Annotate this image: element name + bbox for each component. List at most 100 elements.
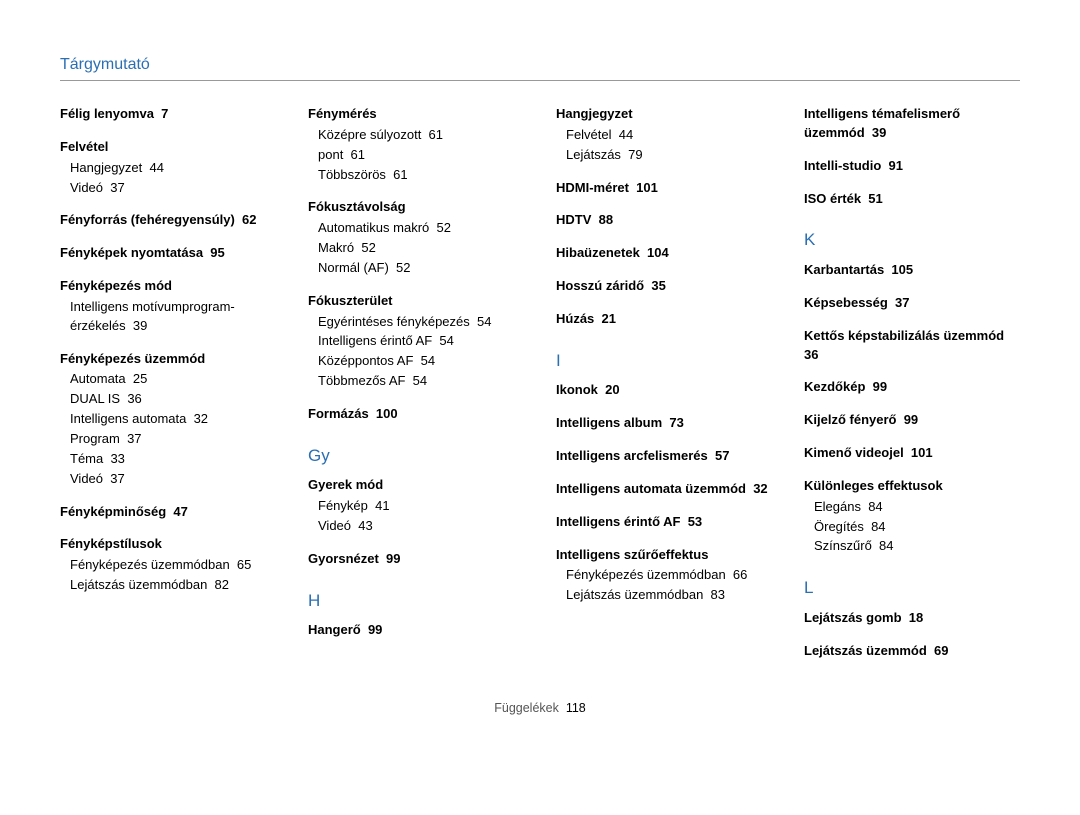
- sub-item[interactable]: Makró 52: [318, 239, 524, 258]
- index-entry: Intelligens automata üzemmód 32: [556, 480, 772, 499]
- entry-heading[interactable]: Hibaüzenetek 104: [556, 244, 772, 263]
- entry-heading[interactable]: Képsebesség 37: [804, 294, 1020, 313]
- sub-item[interactable]: Fényképezés üzemmódban 65: [70, 556, 276, 575]
- entry-heading[interactable]: Lejátszás üzemmód 69: [804, 642, 1020, 661]
- sub-item[interactable]: Videó 37: [70, 470, 276, 489]
- sub-item[interactable]: DUAL IS 36: [70, 390, 276, 409]
- sub-item[interactable]: Intelligens érintő AF 54: [318, 332, 524, 351]
- sub-list: Automata 25DUAL IS 36Intelligens automat…: [70, 370, 276, 488]
- entry-heading[interactable]: Intelligens témafelismerő üzemmód 39: [804, 105, 1020, 143]
- entry-heading[interactable]: Ikonok 20: [556, 381, 772, 400]
- entry-heading[interactable]: Hosszú záridő 35: [556, 277, 772, 296]
- index-entry: Lejátszás üzemmód 69: [804, 642, 1020, 661]
- index-entry: Hangerő 99: [308, 621, 524, 640]
- entry-heading[interactable]: Különleges effektusok: [804, 477, 1020, 496]
- index-entry: ISO érték 51: [804, 190, 1020, 209]
- entry-heading[interactable]: Fényképminőség 47: [60, 503, 276, 522]
- entry-heading[interactable]: Formázás 100: [308, 405, 524, 424]
- sub-list: Felvétel 44Lejátszás 79: [566, 126, 772, 165]
- section-letter: L: [804, 576, 1020, 601]
- entry-heading[interactable]: Intelligens érintő AF 53: [556, 513, 772, 532]
- entry-heading[interactable]: Gyerek mód: [308, 476, 524, 495]
- sub-item[interactable]: Intelligens automata 32: [70, 410, 276, 429]
- entry-heading[interactable]: HDTV 88: [556, 211, 772, 230]
- entry-heading[interactable]: HDMI-méret 101: [556, 179, 772, 198]
- index-entry: Képsebesség 37: [804, 294, 1020, 313]
- sub-list: Automatikus makró 52Makró 52Normál (AF) …: [318, 219, 524, 278]
- sub-list: Fényképezés üzemmódban 65Lejátszás üzemm…: [70, 556, 276, 595]
- sub-item[interactable]: Fénykép 41: [318, 497, 524, 516]
- sub-item[interactable]: Egyérintéses fényképezés 54: [318, 313, 524, 332]
- sub-item[interactable]: pont 61: [318, 146, 524, 165]
- index-entry: Hosszú záridő 35: [556, 277, 772, 296]
- sub-item[interactable]: Színszűrő 84: [814, 537, 1020, 556]
- page-title: Tárgymutató: [60, 56, 1020, 81]
- index-entry: HDTV 88: [556, 211, 772, 230]
- sub-item[interactable]: Felvétel 44: [566, 126, 772, 145]
- sub-item[interactable]: Program 37: [70, 430, 276, 449]
- sub-item[interactable]: Automata 25: [70, 370, 276, 389]
- entry-heading[interactable]: Fókusztávolság: [308, 198, 524, 217]
- entry-heading[interactable]: ISO érték 51: [804, 190, 1020, 209]
- entry-heading[interactable]: Intelligens album 73: [556, 414, 772, 433]
- entry-heading[interactable]: Felvétel: [60, 138, 276, 157]
- entry-heading[interactable]: Kijelző fényerő 99: [804, 411, 1020, 430]
- sub-item[interactable]: Normál (AF) 52: [318, 259, 524, 278]
- section-letter: K: [804, 228, 1020, 253]
- entry-heading[interactable]: Hangerő 99: [308, 621, 524, 640]
- sub-list: Fényképezés üzemmódban 66Lejátszás üzemm…: [566, 566, 772, 605]
- index-entry: Gyorsnézet 99: [308, 550, 524, 569]
- index-entry: Fényképminőség 47: [60, 503, 276, 522]
- entry-heading[interactable]: Fényképek nyomtatása 95: [60, 244, 276, 263]
- sub-item[interactable]: Intelligens motívumprogram-érzékelés 39: [70, 298, 276, 336]
- entry-heading[interactable]: Intelligens automata üzemmód 32: [556, 480, 772, 499]
- sub-item[interactable]: Lejátszás üzemmódban 83: [566, 586, 772, 605]
- index-entry: Kijelző fényerő 99: [804, 411, 1020, 430]
- sub-item[interactable]: Középpontos AF 54: [318, 352, 524, 371]
- sub-item[interactable]: Automatikus makró 52: [318, 219, 524, 238]
- entry-heading[interactable]: Fókuszterület: [308, 292, 524, 311]
- entry-heading[interactable]: Fényképezés üzemmód: [60, 350, 276, 369]
- index-entry: Fényképezés üzemmódAutomata 25DUAL IS 36…: [60, 350, 276, 489]
- index-entry: HDMI-méret 101: [556, 179, 772, 198]
- entry-heading[interactable]: Kettős képstabilizálás üzemmód 36: [804, 327, 1020, 365]
- entry-heading[interactable]: Karbantartás 105: [804, 261, 1020, 280]
- page-footer: Függelékek 118: [60, 701, 1020, 715]
- sub-item[interactable]: Többszörös 61: [318, 166, 524, 185]
- entry-heading[interactable]: Fényforrás (fehéregyensúly) 62: [60, 211, 276, 230]
- index-entry: Gyerek mód Fénykép 41Videó 43: [308, 476, 524, 536]
- footer-page-number: 118: [566, 701, 586, 715]
- entry-heading[interactable]: Félig lenyomva 7: [60, 105, 276, 124]
- entry-heading[interactable]: Lejátszás gomb 18: [804, 609, 1020, 628]
- sub-item[interactable]: Videó 37: [70, 179, 276, 198]
- sub-item[interactable]: Elegáns 84: [814, 498, 1020, 517]
- sub-item[interactable]: Téma 33: [70, 450, 276, 469]
- entry-heading[interactable]: Intelligens szűrőeffektus: [556, 546, 772, 565]
- entry-heading[interactable]: Fényképstílusok: [60, 535, 276, 554]
- sub-item[interactable]: Fényképezés üzemmódban 66: [566, 566, 772, 585]
- sub-item[interactable]: Lejátszás 79: [566, 146, 772, 165]
- index-entry: Intelligens szűrőeffektusFényképezés üze…: [556, 546, 772, 606]
- sub-item[interactable]: Többmezős AF 54: [318, 372, 524, 391]
- index-entry: Ikonok 20: [556, 381, 772, 400]
- entry-heading[interactable]: Intelli-studio 91: [804, 157, 1020, 176]
- entry-heading[interactable]: Fényképezés mód: [60, 277, 276, 296]
- entry-heading[interactable]: Húzás 21: [556, 310, 772, 329]
- sub-item[interactable]: Lejátszás üzemmódban 82: [70, 576, 276, 595]
- index-entry: Fényképstílusok Fényképezés üzemmódban 65…: [60, 535, 276, 595]
- sub-item[interactable]: Videó 43: [318, 517, 524, 536]
- entry-heading[interactable]: Gyorsnézet 99: [308, 550, 524, 569]
- sub-item[interactable]: Hangjegyzet 44: [70, 159, 276, 178]
- index-entry: Fényképek nyomtatása 95: [60, 244, 276, 263]
- section-letter: I: [556, 349, 772, 374]
- index-column: FénymérésKözépre súlyozott 61pont 61Több…: [308, 105, 524, 675]
- index-entry: Húzás 21: [556, 310, 772, 329]
- index-entry: Fókusztávolság Automatikus makró 52Makró …: [308, 198, 524, 277]
- sub-item[interactable]: Középre súlyozott 61: [318, 126, 524, 145]
- sub-item[interactable]: Öregítés 84: [814, 518, 1020, 537]
- entry-heading[interactable]: Kimenő videojel 101: [804, 444, 1020, 463]
- entry-heading[interactable]: Intelligens arcfelismerés 57: [556, 447, 772, 466]
- entry-heading[interactable]: Hangjegyzet: [556, 105, 772, 124]
- entry-heading[interactable]: Kezdőkép 99: [804, 378, 1020, 397]
- entry-heading[interactable]: Fénymérés: [308, 105, 524, 124]
